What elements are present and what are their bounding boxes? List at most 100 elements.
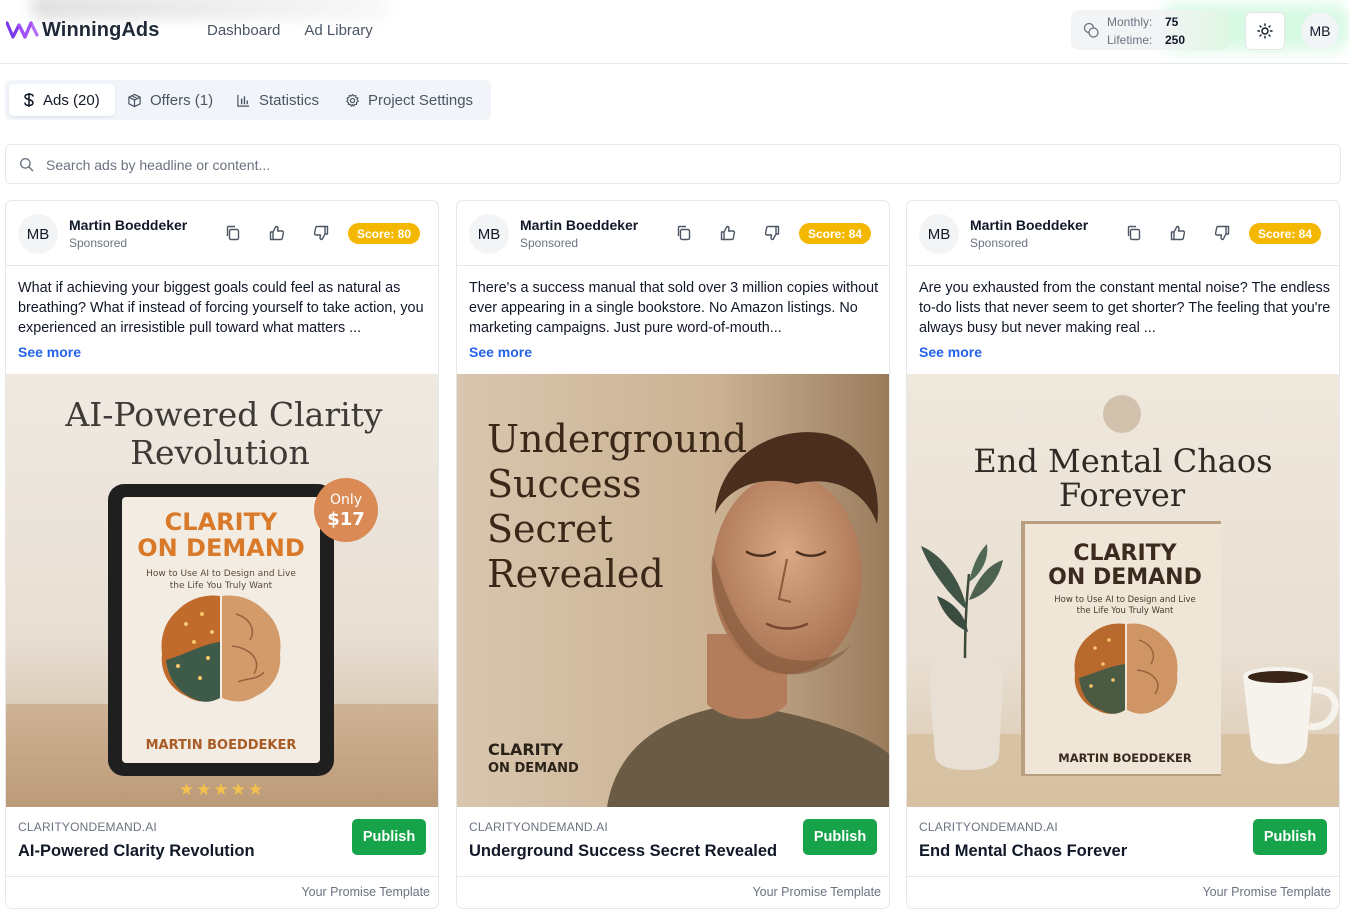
ad-card: MB Martin Boeddeker Sponsored Score: 84 …: [906, 200, 1340, 909]
thumbs-up-icon[interactable]: [268, 224, 286, 242]
ad-domain: CLARITYONDEMAND.AI: [18, 820, 157, 834]
book-title-2: ON DEMAND: [1048, 565, 1202, 590]
search-icon: [19, 157, 34, 172]
ad-domain: CLARITYONDEMAND.AI: [919, 820, 1058, 834]
thumbs-down-icon[interactable]: [763, 224, 781, 242]
ad-body-text: Are you exhausted from the constant ment…: [919, 280, 1331, 336]
brand-line-2: ON DEMAND: [488, 761, 579, 776]
project-tabs: Ads (20) Offers (1) Statistics Project S…: [5, 80, 491, 120]
ad-headline: AI-Powered Clarity Revolution: [18, 842, 255, 860]
tab-ads-label: Ads (20): [43, 91, 100, 109]
creative-title-3: Secret: [487, 507, 613, 551]
nav-ad-library[interactable]: Ad Library: [304, 22, 372, 39]
book-title-1: CLARITY: [1073, 541, 1177, 566]
sponsored-label: Sponsored: [520, 236, 579, 250]
sun-icon: [1257, 23, 1273, 39]
ad-card-header: MB Martin Boeddeker Sponsored Score: 84: [457, 201, 889, 266]
theme-toggle-button[interactable]: [1245, 12, 1285, 50]
ad-creative-graphic: Underground Success Secret Revealed CLAR…: [457, 374, 889, 807]
ad-creative-graphic: End Mental Chaos Forever CLARITY ON DEMA…: [907, 374, 1339, 807]
creative-title-2: Success: [487, 462, 642, 506]
thumbs-up-icon[interactable]: [719, 224, 737, 242]
lifetime-value: 250: [1165, 33, 1186, 47]
publish-button[interactable]: Publish: [1253, 819, 1327, 855]
thumbs-up-icon[interactable]: [1169, 224, 1187, 242]
score-badge: Score: 80: [348, 223, 421, 244]
book-author: MARTIN BOEDDEKER: [146, 738, 297, 753]
search-bar: [5, 144, 1341, 184]
tab-statistics[interactable]: Statistics: [236, 84, 319, 116]
ad-body-text: There's a success manual that sold over …: [469, 280, 879, 336]
lifetime-credits: Lifetime: 250: [1107, 33, 1185, 47]
copy-icon[interactable]: [224, 224, 242, 242]
bar-chart-icon: [237, 94, 250, 107]
see-more-link[interactable]: See more: [18, 344, 81, 360]
ad-domain: CLARITYONDEMAND.AI: [469, 820, 608, 834]
top-header: WinningAds Dashboard Ad Library Monthly:…: [0, 0, 1349, 64]
sponsored-label: Sponsored: [69, 236, 128, 250]
ad-card-header: MB Martin Boeddeker Sponsored Score: 80: [6, 201, 438, 266]
credits-panel: Monthly: 75 Lifetime: 250: [1071, 10, 1229, 50]
book-author: MARTIN BOEDDEKER: [1058, 751, 1192, 765]
copy-icon[interactable]: [675, 224, 693, 242]
price-label: Only: [330, 492, 362, 508]
nav-dashboard[interactable]: Dashboard: [207, 22, 280, 39]
ad-card-header: MB Martin Boeddeker Sponsored Score: 84: [907, 201, 1339, 266]
ad-creative-image[interactable]: AI-Powered Clarity Revolution CLARITY ON…: [6, 374, 438, 807]
score-badge: Score: 84: [799, 223, 872, 244]
ad-card: MB Martin Boeddeker Sponsored Score: 84 …: [456, 200, 890, 909]
creative-title-2: Revolution: [130, 433, 310, 472]
monthly-value: 75: [1165, 15, 1179, 29]
tab-offers-label: Offers (1): [150, 91, 214, 109]
ad-headline: Underground Success Secret Revealed: [469, 842, 778, 860]
template-name: Your Promise Template: [301, 885, 430, 899]
creative-title-4: Revealed: [487, 552, 664, 596]
tab-statistics-label: Statistics: [259, 91, 320, 109]
template-name: Your Promise Template: [1202, 885, 1331, 899]
author-avatar: MB: [919, 214, 959, 254]
book-subtitle-1: How to Use AI to Design and Live: [146, 569, 296, 579]
creative-title-1: AI-Powered Clarity: [64, 395, 383, 434]
ad-creative-image[interactable]: Underground Success Secret Revealed CLAR…: [457, 374, 889, 807]
ad-headline: End Mental Chaos Forever: [919, 842, 1128, 860]
ad-creative-graphic: AI-Powered Clarity Revolution CLARITY ON…: [6, 374, 438, 807]
copy-icon[interactable]: [1125, 224, 1143, 242]
author-name: Martin Boeddeker: [69, 217, 188, 233]
user-avatar[interactable]: MB: [1301, 12, 1339, 50]
tab-project-settings[interactable]: Project Settings: [345, 84, 473, 116]
lifetime-label: Lifetime:: [1107, 33, 1153, 47]
app-name: WinningAds: [42, 18, 160, 41]
app-logo[interactable]: WinningAds: [6, 17, 159, 43]
author-name: Martin Boeddeker: [520, 217, 639, 233]
ad-card-footer: CLARITYONDEMAND.AI End Mental Chaos Fore…: [907, 807, 1339, 877]
box-icon: [128, 93, 141, 107]
ad-card: MB Martin Boeddeker Sponsored Score: 80 …: [5, 200, 439, 909]
publish-button[interactable]: Publish: [803, 819, 877, 855]
see-more-link[interactable]: See more: [469, 344, 532, 360]
see-more-link[interactable]: See more: [919, 344, 982, 360]
book-title-2: ON DEMAND: [137, 534, 305, 562]
rating-stars: ★★★★★: [179, 780, 265, 800]
tab-ads[interactable]: Ads (20): [9, 84, 115, 116]
ad-creative-image[interactable]: End Mental Chaos Forever CLARITY ON DEMA…: [907, 374, 1339, 807]
thumbs-down-icon[interactable]: [1213, 224, 1231, 242]
creative-title-1: Underground: [487, 417, 747, 461]
publish-button[interactable]: Publish: [352, 819, 426, 855]
thumbs-down-icon[interactable]: [312, 224, 330, 242]
book-title-1: CLARITY: [165, 508, 278, 536]
tab-offers[interactable]: Offers (1): [127, 84, 213, 116]
logo-mark-icon: [6, 21, 39, 39]
ad-body-text: What if achieving your biggest goals cou…: [18, 280, 424, 336]
brand-line-1: CLARITY: [488, 740, 564, 759]
coins-icon: [1083, 22, 1099, 38]
search-input[interactable]: [46, 154, 1326, 176]
ad-card-footer: CLARITYONDEMAND.AI AI-Powered Clarity Re…: [6, 807, 438, 877]
creative-title-2: Forever: [1059, 476, 1186, 514]
sponsored-label: Sponsored: [970, 236, 1029, 250]
author-name: Martin Boeddeker: [970, 217, 1089, 233]
tab-project-settings-label: Project Settings: [368, 91, 474, 109]
gear-icon: [346, 93, 359, 107]
template-name: Your Promise Template: [752, 885, 881, 899]
book-subtitle-2: the Life You Truly Want: [1077, 606, 1174, 616]
author-avatar: MB: [469, 214, 509, 254]
